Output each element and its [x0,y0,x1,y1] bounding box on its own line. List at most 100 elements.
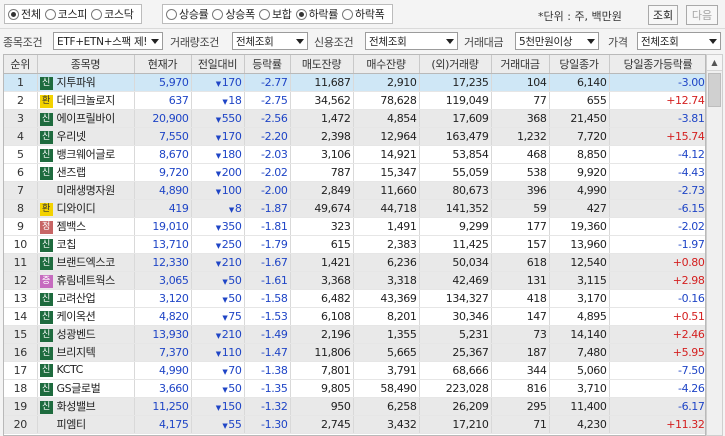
sort-radio-3[interactable]: 하락률 [295,6,338,22]
credit-condition-select[interactable]: 전체조회 [365,32,458,50]
stock-name-cell[interactable]: 신 에이프릴바이 [37,109,135,128]
stock-condition-select[interactable]: ETF+ETN+스팩 제! [53,32,163,50]
stock-name-cell[interactable]: 신 브리지텍 [37,343,135,362]
market-radio-group: 전체 코스피 코스닥 [4,4,142,24]
table-row[interactable]: 10신코칩13,710250-1.796152,38311,42515713,9… [4,235,705,254]
trade-volume-cell: 55,059 [419,163,492,182]
market-radio-2[interactable]: 코스닥 [91,6,134,22]
table-row[interactable]: 6신샌즈랩9,720200-2.0278715,34755,0595389,92… [4,163,705,182]
table-row[interactable]: 16신브리지텍7,370110-1.4711,8065,66525,367187… [4,343,705,362]
stock-name-cell[interactable]: 신 샌즈랩 [37,163,135,182]
table-row[interactable]: 2환더테크놀로지63718-2.7534,56278,628119,049776… [4,91,705,110]
stock-name-cell[interactable]: 환 더테크놀로지 [37,91,135,110]
stock-name: 케이옥션 [56,310,96,323]
column-header[interactable]: (외)거래량 [419,55,492,74]
diff-cell: 170 [191,127,245,146]
column-header[interactable]: 종목명 [37,55,135,74]
stock-name-cell[interactable]: 미래생명자원 [37,181,135,200]
column-header[interactable]: 거래대금 [491,55,550,74]
market-radio-0[interactable]: 전체 [8,6,41,22]
table-row[interactable]: 15신성광벤드13,930210-1.492,1961,3555,2317314… [4,325,705,344]
close-price-cell: 427 [549,199,610,218]
radio-button-icon[interactable] [258,8,270,20]
caret-down-icon[interactable] [584,33,598,49]
next-button[interactable]: 다음 [686,5,718,25]
stock-name-cell[interactable]: 정 젬백스 [37,217,135,236]
column-header[interactable]: 당일종가 [549,55,610,74]
query-button[interactable]: 조회 [648,5,678,25]
stock-name-cell[interactable]: 증 휴림네트웍스 [37,271,135,290]
stock-name-cell[interactable]: 신 코칩 [37,235,135,254]
stock-name-cell[interactable]: 신 브랜드엑스코 [37,253,135,272]
trade-amount-select[interactable]: 5천만원이상 [515,32,599,50]
price-cell: 4,990 [134,361,192,380]
table-row[interactable]: 8환디와이디4198-1.8749,67444,718141,35259427-… [4,199,705,218]
stock-name-cell[interactable]: 피엠티 [37,415,135,434]
table-row[interactable]: 12증휴림네트웍스3,06550-1.613,3683,31842,469131… [4,271,705,290]
stock-name-cell[interactable]: 신 케이옥션 [37,307,135,326]
caret-down-icon[interactable] [148,33,162,49]
volume-condition-select[interactable]: 전체조회 [232,32,308,50]
chevron-up-icon[interactable]: ▲ [707,55,722,71]
sort-radio-1[interactable]: 상승폭 [212,6,255,22]
stock-ranking-grid[interactable]: 순위 종목명 현재가 전일대비 등락률 매도잔량 매수잔량 (외)거래량 거래대금 당일종가 당일종… [3,54,706,436]
column-header[interactable]: 현재가 [134,55,192,74]
caret-down-icon[interactable] [706,33,720,49]
table-row[interactable]: 20 피엠티 4,175 55-1.302,7453,43217,210714,230… [4,415,705,434]
stock-name-cell[interactable]: 신 우리넷 [37,127,135,146]
column-header[interactable]: 당일종가등락률 [609,55,705,74]
ask-volume-cell: 787 [290,163,354,182]
radio-button-icon[interactable] [166,8,177,20]
table-row[interactable]: 4신우리넷7,550170-2.202,39812,964163,4791,23… [4,127,705,146]
table-row[interactable]: 5신뱅크웨어글로8,670180-2.033,10614,92153,85446… [4,145,705,164]
radio-button-icon[interactable] [342,8,354,20]
rate-cell: -2.20 [244,127,291,146]
radio-button-icon[interactable] [44,8,56,20]
diff-value: 18 [228,93,242,107]
stock-name: 성광벤드 [56,328,96,341]
table-row[interactable]: 17신KCTC4,99070-1.387,8013,79168,6663445,… [4,361,705,380]
caret-down-icon[interactable] [293,33,307,49]
table-row[interactable]: 3신에이프릴바이20,900550-2.561,4724,85417,60936… [4,109,705,128]
column-header[interactable]: 매수잔량 [353,55,420,74]
vertical-scrollbar[interactable]: ▲ [706,54,723,436]
sort-radio-4[interactable]: 하락폭 [342,6,385,22]
scrollbar-thumb[interactable] [708,73,721,107]
table-row[interactable]: 11신브랜드엑스코12,330210-1.671,4216,23650,0346… [4,253,705,272]
column-header[interactable]: 등락률 [244,55,291,74]
price-cell: 4,820 [134,307,192,326]
radio-button-icon[interactable] [295,8,307,20]
stock-name: 브리지텍 [56,346,96,359]
stock-name-cell[interactable]: 환 디와이디 [37,199,135,218]
caret-down-icon[interactable] [443,33,457,49]
stock-name-cell[interactable]: 신 화성밸브 [37,397,135,416]
trade-amount-cell: 131 [491,271,550,290]
column-header[interactable]: 순위 [4,55,38,74]
table-row[interactable]: 1신지투파워5,970170-2.7711,6872,91017,2351046… [4,73,705,92]
price-select[interactable]: 전체조회 [637,32,721,50]
ask-volume-cell: 11,806 [290,343,354,362]
table-row[interactable]: 18신GS글로벌3,66050-1.359,80558,490223,02881… [4,379,705,398]
diff-value: 50 [228,291,242,305]
table-row[interactable]: 7 미래생명자원 4,890 100-2.002,84911,66080,673396… [4,181,705,200]
table-row[interactable]: 13신고려산업3,12050-1.586,48243,369134,327418… [4,289,705,308]
market-radio-1[interactable]: 코스피 [44,6,87,22]
sort-radio-0[interactable]: 상승률 [166,6,209,22]
stock-name-cell[interactable]: 신 고려산업 [37,289,135,308]
rank-cell: 4 [4,127,38,146]
column-header[interactable]: 전일대비 [191,55,245,74]
table-row[interactable]: 19신화성밸브11,250150-1.329506,25826,20929511… [4,397,705,416]
stock-name-cell[interactable]: 신 뱅크웨어글로 [37,145,135,164]
radio-button-icon[interactable] [91,8,103,20]
radio-button-icon[interactable] [8,8,19,20]
table-row[interactable]: 14신케이옥션4,82075-1.536,1088,20130,3461474,… [4,307,705,326]
stock-name-cell[interactable]: 신 지투파워 [37,73,135,92]
close-price-cell: 4,230 [549,415,610,434]
stock-name-cell[interactable]: 신 KCTC [37,361,135,380]
column-header[interactable]: 매도잔량 [290,55,354,74]
sort-radio-2[interactable]: 보합 [258,6,292,22]
table-row[interactable]: 9정젬백스19,010350-1.813231,4919,29917719,36… [4,217,705,236]
stock-name-cell[interactable]: 신 GS글로벌 [37,379,135,398]
stock-name-cell[interactable]: 신 성광벤드 [37,325,135,344]
radio-button-icon[interactable] [212,8,224,20]
